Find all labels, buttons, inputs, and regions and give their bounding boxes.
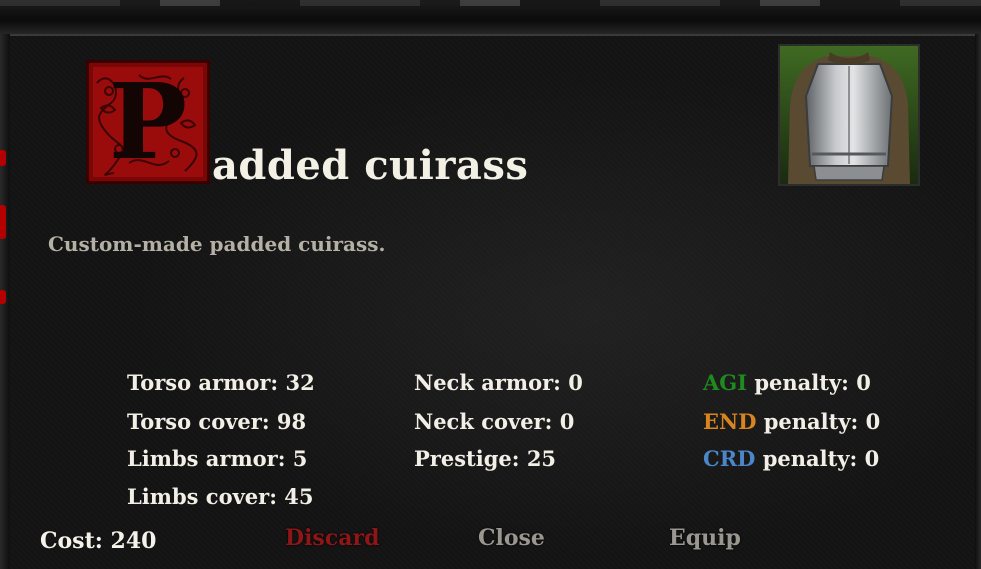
penalty-tag-end: END — [703, 409, 757, 434]
penalty-crd: CRD penalty: 0 — [703, 446, 879, 471]
blood-mark — [0, 205, 6, 239]
discard-button[interactable]: Discard — [285, 525, 379, 551]
dialog-top-border — [0, 0, 981, 36]
dialog-right-border — [975, 34, 981, 569]
initial-letter: P — [108, 60, 188, 183]
stat-prestige: Prestige: 25 — [414, 446, 557, 471]
close-button[interactable]: Close — [478, 525, 545, 551]
item-title: added cuirass — [212, 142, 529, 189]
penalty-tag-crd: CRD — [703, 446, 756, 471]
stat-torso-cover: Torso cover: 98 — [127, 409, 307, 434]
item-cost: Cost: 240 — [40, 528, 157, 554]
item-image — [778, 44, 920, 186]
blood-mark — [0, 290, 6, 304]
penalty-end: END penalty: 0 — [703, 409, 880, 434]
equip-button[interactable]: Equip — [669, 525, 741, 551]
illuminated-initial: P — [86, 60, 210, 184]
item-dialog: P added cuirass Custom-made padded cuira… — [0, 0, 981, 569]
blood-mark — [0, 150, 6, 166]
stat-neck-armor: Neck armor: 0 — [414, 370, 583, 395]
stat-limbs-armor: Limbs armor: 5 — [127, 446, 308, 471]
penalty-tag-agi: AGI — [703, 370, 748, 395]
penalty-value-end: penalty: 0 — [756, 409, 881, 434]
stat-torso-armor: Torso armor: 32 — [127, 370, 315, 395]
stat-neck-cover: Neck cover: 0 — [414, 409, 575, 434]
penalty-value-crd: penalty: 0 — [755, 446, 880, 471]
steel-cuirass-icon — [780, 46, 918, 184]
stat-limbs-cover: Limbs cover: 45 — [127, 484, 314, 509]
penalty-agi: AGI penalty: 0 — [703, 370, 871, 395]
penalty-value-agi: penalty: 0 — [747, 370, 871, 395]
item-description: Custom-made padded cuirass. — [48, 232, 386, 256]
